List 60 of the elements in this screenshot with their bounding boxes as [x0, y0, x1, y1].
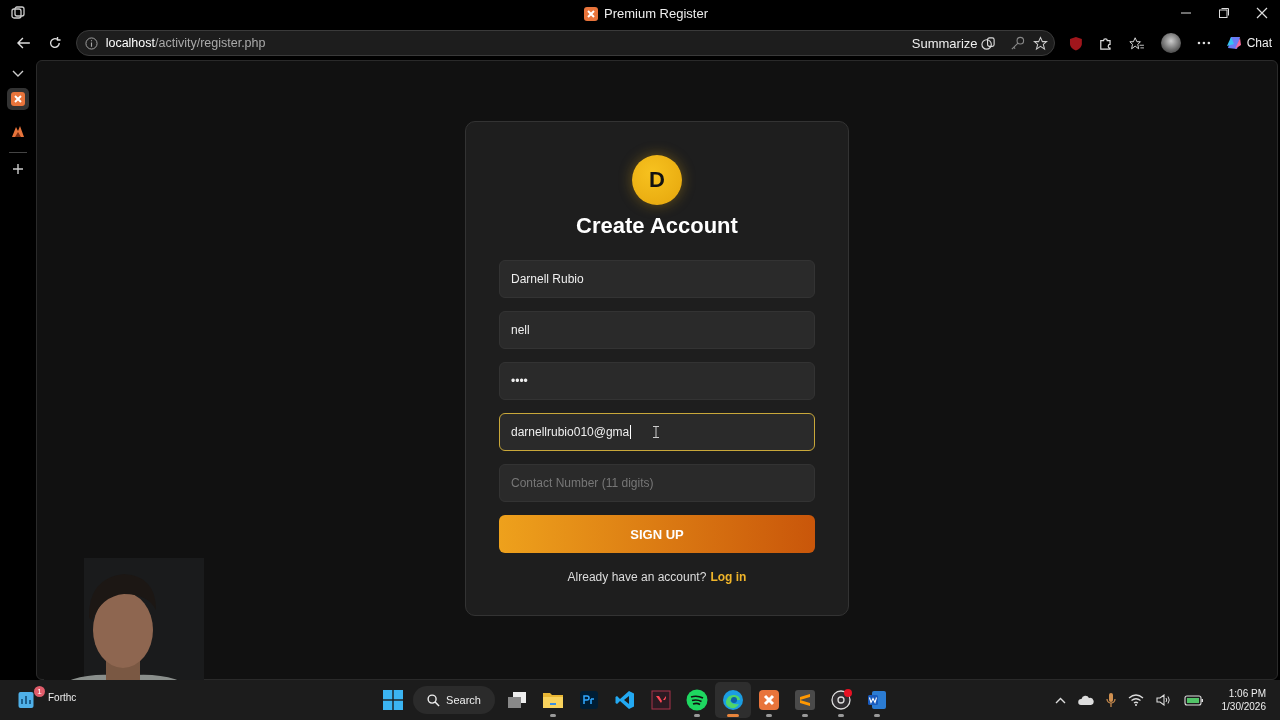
logo-avatar: D	[632, 155, 682, 205]
sidebar-tab[interactable]	[6, 88, 29, 110]
folder-icon	[542, 691, 564, 709]
taskbar-app[interactable]	[715, 682, 751, 718]
login-link[interactable]: Log in	[710, 570, 747, 584]
clock-date[interactable]: 1/30/2026	[1221, 701, 1266, 712]
shield-icon[interactable]	[1068, 35, 1083, 51]
code-editor-icon	[615, 690, 635, 710]
refresh-icon[interactable]	[47, 36, 62, 50]
close-icon[interactable]	[1256, 7, 1268, 19]
key-icon[interactable]	[1009, 35, 1025, 51]
text-cursor-icon	[653, 426, 659, 438]
input-field[interactable]: darnellrubio010@gma	[499, 413, 815, 451]
search-button[interactable]: Search	[413, 686, 495, 714]
widget-text: Forthc	[48, 692, 77, 703]
app-tile-icon	[651, 690, 671, 710]
profile-avatar[interactable]	[1161, 33, 1181, 53]
url-text: localhost/activity/register.php	[105, 36, 266, 50]
microphone-icon[interactable]	[1105, 692, 1116, 708]
favorites-icon[interactable]	[1129, 35, 1146, 51]
input-field[interactable]: nell	[499, 311, 815, 349]
browser-icon	[722, 689, 744, 711]
puzzle-icon[interactable]	[1098, 35, 1114, 51]
sparkle-icon	[980, 35, 996, 51]
app-tile-icon	[795, 690, 815, 710]
start-icon[interactable]	[383, 690, 403, 710]
app-tile-icon	[759, 690, 779, 710]
music-icon	[686, 689, 708, 711]
address-bar[interactable]: localhost/activity/register.php Summarize	[75, 30, 1055, 56]
clock-time[interactable]: 1:06 PM	[1228, 688, 1266, 699]
wifi-icon[interactable]	[1127, 694, 1144, 706]
login-prompt: Already have an account?	[567, 570, 707, 584]
windows-stack-icon	[507, 691, 527, 709]
add-icon[interactable]	[11, 163, 24, 175]
assistant-icon	[1224, 34, 1243, 52]
workspaces-icon[interactable]	[10, 5, 26, 21]
back-icon[interactable]	[16, 35, 32, 51]
chat-button[interactable]: Chat	[1224, 34, 1272, 52]
battery-icon[interactable]	[1183, 694, 1204, 706]
chart-widget-icon[interactable]	[18, 691, 34, 709]
search-icon	[427, 693, 441, 707]
app-tile-icon	[10, 92, 25, 106]
star-icon[interactable]	[1032, 35, 1048, 51]
app-tile-icon	[580, 691, 598, 709]
chevron-down-icon[interactable]	[11, 70, 24, 78]
document-icon	[867, 690, 887, 710]
summarize-button[interactable]: Summarize	[911, 35, 996, 51]
info-icon	[84, 36, 98, 50]
input-field[interactable]: Darnell Rubio	[499, 260, 815, 298]
record-icon	[830, 689, 852, 711]
window-title: Premium Register	[604, 6, 709, 21]
speaker-icon[interactable]	[1155, 694, 1172, 706]
notification-badge: 1	[34, 686, 45, 697]
chevron-up-icon[interactable]	[1054, 696, 1066, 704]
restore-icon[interactable]	[1218, 7, 1230, 19]
more-icon[interactable]	[1196, 41, 1211, 45]
input-field[interactable]: ••••	[499, 362, 815, 400]
cloud-icon[interactable]	[1077, 695, 1094, 705]
form-heading: Create Account	[576, 213, 738, 239]
flame-icon	[10, 124, 25, 138]
